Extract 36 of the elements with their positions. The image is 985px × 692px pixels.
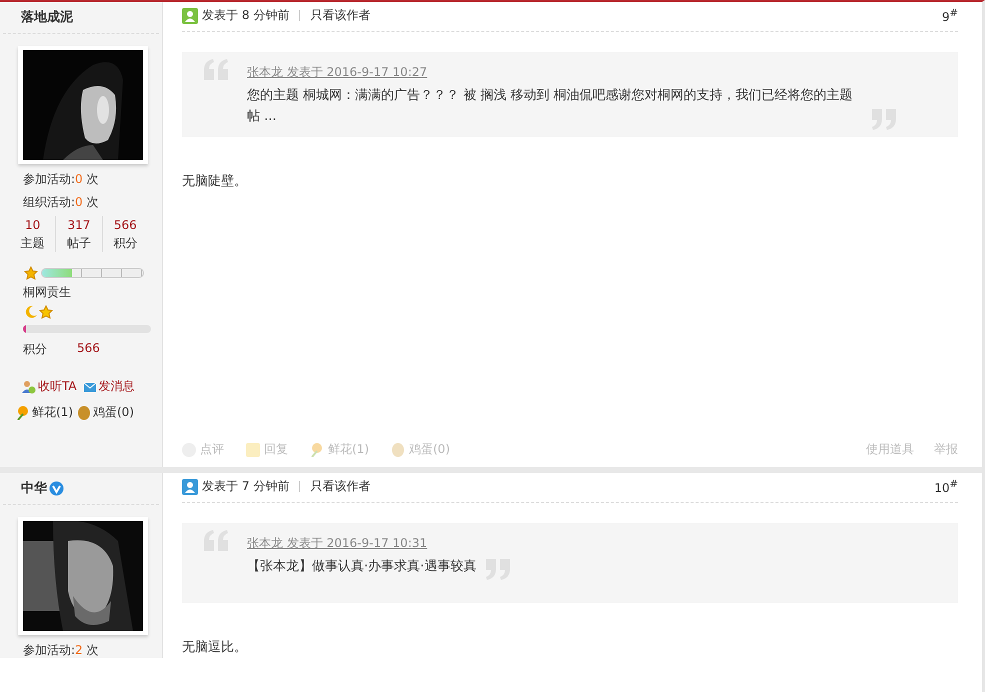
quote-text: 【张本龙】做事认真·办事求真·遇事较真 <box>247 558 476 576</box>
floor-number: 9$^{#}$ <box>942 8 958 24</box>
star-icon <box>24 266 38 280</box>
points-value: 566 <box>77 341 100 357</box>
stat-text: 参加活动:2 次 <box>22 643 100 658</box>
flower-icon <box>16 406 30 420</box>
stat-text: 参加活动:0 次 <box>22 172 100 187</box>
count-label: 积分 <box>113 236 138 250</box>
post-body: 无脑陡壁。 <box>182 173 248 190</box>
only-author-link[interactable]: 只看该作者 <box>310 478 370 495</box>
username-link[interactable]: 中华 <box>21 479 47 497</box>
post-time: 发表于 7 分钟前 <box>202 478 290 495</box>
count-label: 帖子 <box>66 236 91 250</box>
user-plus-icon <box>22 380 36 394</box>
rank-title: 桐网贡生 <box>23 284 72 301</box>
action-link[interactable]: 收听TA <box>22 378 77 395</box>
count-link[interactable]: 10 <box>10 216 56 234</box>
count-link[interactable]: 566 <box>102 216 148 234</box>
egg-icon <box>77 406 91 420</box>
post-body: 无脑逗比。 <box>182 639 248 656</box>
stat-text: 组织活动:0 次 <box>22 195 100 210</box>
moon-icon <box>24 305 38 319</box>
flower-icon <box>310 442 324 456</box>
egg-icon <box>391 442 405 456</box>
action-link[interactable]: 发消息 <box>82 378 135 395</box>
post-time: 发表于 8 分钟前 <box>202 7 290 24</box>
gift-count: 鸡蛋(0) <box>93 404 134 421</box>
points-label: 积分 <box>23 341 47 358</box>
username-link[interactable]: 落地成泥 <box>21 8 73 26</box>
gift-count: 鲜花(1) <box>32 404 73 421</box>
floor-number: 10$^{#}$ <box>934 478 958 494</box>
count-link[interactable]: 317 <box>56 216 102 234</box>
count-label: 主题 <box>20 236 45 250</box>
only-author-link[interactable]: 只看该作者 <box>310 7 370 24</box>
quote-text: 您的主题 桐城网：满满的广告？？？ 被 搁浅 移动到 桐油侃吧感谢您对桐网的支持，我们已经将您的主题帖 ... <box>247 87 854 126</box>
star-icon <box>39 305 53 319</box>
